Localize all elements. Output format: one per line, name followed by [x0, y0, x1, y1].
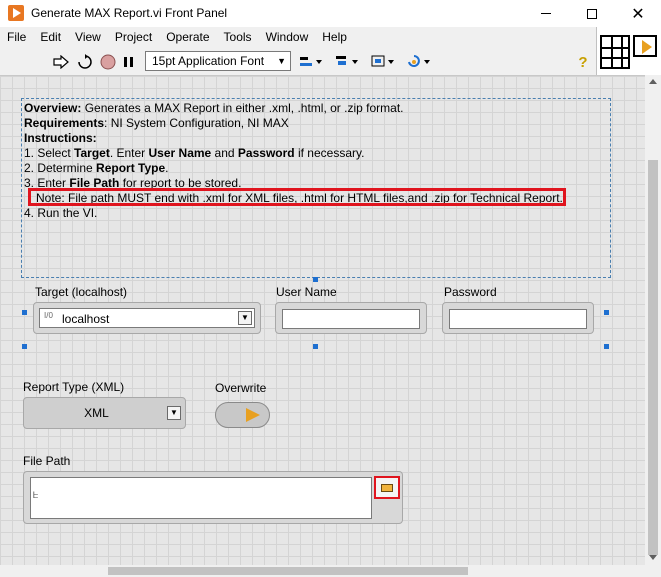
vertical-scroll-thumb[interactable]	[648, 160, 658, 555]
font-select-value: 15pt Application Font	[152, 54, 265, 68]
step1-text: 1. Select	[24, 146, 75, 160]
step1-target: Target	[74, 146, 110, 160]
reorder-button[interactable]	[406, 52, 432, 72]
path-type-icon: ᖶ	[33, 490, 39, 500]
file-path-control: ᖶ	[23, 471, 403, 524]
horizontal-scroll-thumb[interactable]	[108, 567, 468, 575]
reorder-icon	[408, 55, 430, 67]
step1-text: . Enter	[109, 146, 149, 160]
username-control	[275, 302, 427, 334]
connector-pane-icon[interactable]	[600, 35, 630, 69]
menu-view[interactable]: View	[68, 27, 108, 48]
stop-icon	[100, 54, 116, 70]
target-label: Target (localhost)	[35, 285, 128, 299]
requirements-heading: Requirements	[24, 116, 105, 130]
menu-operate[interactable]: Operate	[159, 27, 216, 48]
selection-handle[interactable]	[313, 344, 318, 349]
username-label: User Name	[276, 285, 337, 299]
menu-tools[interactable]: Tools	[217, 27, 259, 48]
overview-text: Generates a MAX Report in either .xml, .…	[81, 101, 404, 115]
overview-heading: Overview:	[24, 101, 82, 115]
vertical-scrollbar[interactable]	[645, 75, 661, 565]
close-icon: ✕	[631, 5, 645, 23]
vi-icon[interactable]	[633, 35, 657, 57]
minimize-icon	[541, 13, 551, 14]
report-type-label: Report Type (XML)	[23, 380, 125, 394]
scroll-corner	[645, 565, 661, 577]
align-objects-icon	[300, 57, 322, 66]
menu-file[interactable]: File	[0, 27, 33, 48]
run-arrow-icon	[53, 55, 69, 69]
title-bar: Generate MAX Report.vi Front Panel ✕	[0, 0, 661, 27]
password-input[interactable]	[449, 309, 587, 329]
maximize-button[interactable]	[569, 0, 615, 27]
step2-text: .	[165, 161, 169, 175]
file-path-label: File Path	[23, 454, 71, 468]
io-name-icon: I/0	[44, 311, 53, 320]
menu-window[interactable]: Window	[259, 27, 316, 48]
scroll-up-icon[interactable]	[649, 79, 657, 84]
align-objects-button[interactable]	[298, 52, 324, 72]
target-value: localhost	[62, 312, 110, 326]
menu-edit[interactable]: Edit	[33, 27, 68, 48]
note-highlight-box	[28, 188, 566, 206]
maximize-icon	[587, 8, 597, 19]
target-dropdown-button[interactable]: ▼	[238, 311, 252, 325]
step1-username: User Name	[148, 146, 212, 160]
window-title: Generate MAX Report.vi Front Panel	[31, 6, 228, 20]
step2-report-type: Report Type	[96, 161, 166, 175]
selection-handle[interactable]	[604, 344, 609, 349]
browse-button[interactable]	[374, 476, 400, 499]
report-type-dropdown-button[interactable]: ▼	[167, 406, 181, 420]
step4-text: 4. Run the VI.	[24, 206, 98, 220]
horizontal-scrollbar[interactable]	[0, 565, 645, 577]
resize-objects-icon	[371, 55, 394, 67]
username-input[interactable]	[282, 309, 420, 329]
distribute-objects-button[interactable]	[334, 52, 360, 72]
selection-handle[interactable]	[22, 310, 27, 315]
description-label[interactable]: Overview: Generates a MAX Report in eith…	[21, 98, 611, 278]
resize-objects-button[interactable]	[370, 52, 396, 72]
selection-handle[interactable]	[22, 344, 27, 349]
overwrite-toggle[interactable]	[215, 402, 270, 428]
overwrite-label: Overwrite	[215, 381, 267, 395]
password-control	[442, 302, 594, 334]
instructions-heading: Instructions:	[24, 131, 97, 145]
menu-bar: File Edit View Project Operate Tools Win…	[0, 27, 596, 48]
step2-text: 2. Determine	[24, 161, 97, 175]
report-type-value: XML	[84, 406, 109, 420]
pause-button[interactable]	[121, 52, 137, 72]
close-button[interactable]: ✕	[615, 0, 661, 27]
step1-text: and	[211, 146, 238, 160]
chevron-down-icon: ▼	[277, 56, 286, 66]
step1-text: if necessary.	[294, 146, 365, 160]
run-continuously-icon	[78, 54, 92, 69]
minimize-button[interactable]	[523, 0, 569, 27]
context-help-button[interactable]: ?	[574, 52, 592, 72]
connector-pane-area	[596, 27, 661, 75]
report-type-ring[interactable]: XML ▼	[23, 397, 186, 429]
pause-icon	[124, 57, 133, 67]
font-select[interactable]: 15pt Application Font ▼	[145, 51, 291, 71]
run-button[interactable]	[52, 52, 70, 72]
file-path-input[interactable]: ᖶ	[30, 477, 372, 519]
requirements-text: : NI System Configuration, NI MAX	[104, 116, 289, 130]
selection-handle[interactable]	[313, 277, 318, 282]
target-control: I/0 localhost ▼	[33, 302, 261, 334]
scroll-down-icon[interactable]	[649, 555, 657, 560]
step1-password: Password	[237, 146, 295, 160]
abort-button[interactable]	[99, 52, 117, 72]
distribute-objects-icon	[336, 56, 358, 65]
folder-icon	[381, 484, 393, 492]
toolbar: ?	[0, 48, 596, 75]
selection-handle[interactable]	[604, 310, 609, 315]
run-continuously-button[interactable]	[76, 52, 94, 72]
labview-vi-icon	[8, 5, 24, 21]
target-combo[interactable]: I/0 localhost ▼	[39, 308, 255, 328]
menu-help[interactable]: Help	[315, 27, 354, 48]
menu-project[interactable]: Project	[108, 27, 159, 48]
password-label: Password	[444, 285, 497, 299]
front-panel[interactable]: Overview: Generates a MAX Report in eith…	[0, 75, 645, 565]
